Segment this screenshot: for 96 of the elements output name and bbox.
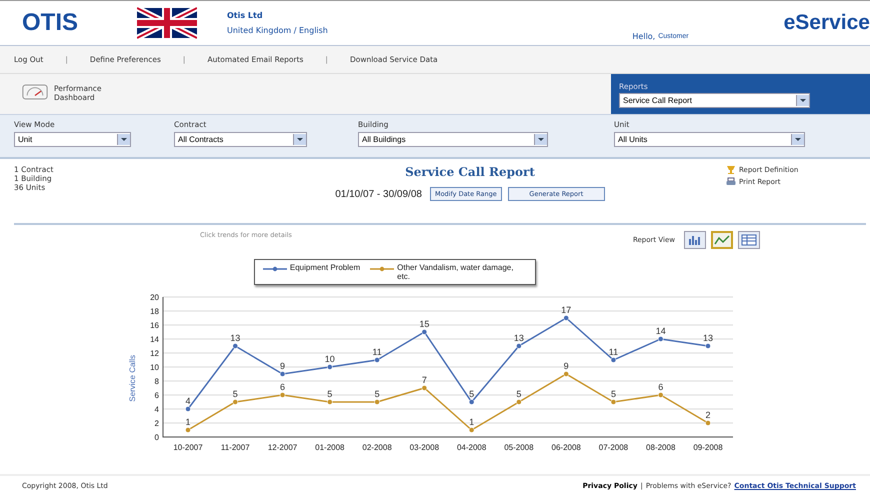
filter-dropdown[interactable]: All Units — [614, 132, 805, 147]
data-label: 7 — [422, 375, 427, 385]
y-tick-label: 4 — [154, 405, 159, 414]
y-tick-label: 6 — [154, 391, 159, 400]
greeting-text: Hello, — [632, 32, 656, 41]
data-label: 13 — [703, 333, 713, 343]
data-label: 1 — [186, 417, 190, 427]
company-name: Otis Ltd — [227, 11, 264, 20]
reports-dropdown[interactable]: Service Call Report — [619, 93, 810, 108]
y-tick-label: 20 — [150, 293, 159, 302]
y-tick-label: 14 — [150, 335, 159, 344]
data-label: 17 — [561, 305, 572, 315]
data-point[interactable] — [610, 399, 616, 405]
bar-chart-icon — [687, 234, 703, 246]
y-axis-title: Service Calls — [128, 354, 137, 402]
data-label: 11 — [372, 347, 382, 357]
date-range: 01/10/07 - 30/09/08 — [335, 188, 422, 200]
x-tick-label: 07-2008 — [598, 443, 628, 452]
data-point[interactable] — [658, 336, 664, 342]
data-point[interactable] — [374, 357, 380, 363]
data-point[interactable] — [516, 343, 522, 349]
line-chart-view-button[interactable] — [711, 231, 733, 249]
data-point[interactable] — [280, 392, 286, 398]
legend-label: Other Vandalism, water damage, etc. — [397, 263, 514, 281]
data-label: 13 — [230, 333, 240, 343]
data-label: 2 — [706, 410, 710, 420]
y-tick-label: 18 — [150, 307, 159, 316]
x-tick-label: 03-2008 — [410, 443, 440, 452]
printer-icon — [726, 177, 736, 187]
data-point[interactable] — [327, 399, 333, 405]
table-view-button[interactable] — [738, 231, 760, 249]
data-point[interactable] — [422, 329, 428, 335]
x-tick-label: 04-2008 — [456, 443, 486, 452]
filter-dropdown[interactable]: Unit — [14, 132, 131, 147]
x-tick-label: 02-2008 — [362, 443, 392, 452]
data-point[interactable] — [422, 385, 428, 391]
data-label: 10 — [324, 354, 335, 364]
data-label: 13 — [514, 333, 524, 343]
data-point[interactable] — [563, 315, 569, 321]
data-point[interactable] — [327, 364, 333, 370]
y-tick-label: 10 — [150, 363, 159, 372]
data-label: 11 — [608, 347, 618, 357]
x-tick-label: 01-2008 — [315, 443, 344, 452]
x-tick-label: 12-2007 — [268, 443, 298, 452]
data-point[interactable] — [468, 427, 474, 433]
data-point[interactable] — [705, 420, 711, 426]
data-label: 1 — [469, 417, 474, 427]
x-tick-label: 09-2008 — [693, 443, 723, 452]
gauge-icon[interactable] — [22, 84, 48, 100]
legend-label: Equipment Problem — [290, 263, 360, 272]
data-label: 6 — [658, 382, 664, 392]
data-point[interactable] — [516, 399, 522, 405]
y-tick-label: 16 — [150, 321, 159, 330]
data-point[interactable] — [185, 427, 191, 433]
y-tick-label: 12 — [150, 349, 159, 358]
otis-logo: OTIS — [22, 9, 80, 37]
report-title: Service Call Report — [405, 165, 535, 179]
filter-dropdown[interactable]: All Buildings — [358, 132, 548, 147]
data-label: 5 — [610, 389, 616, 399]
data-label: 5 — [327, 389, 332, 399]
data-label: 15 — [419, 319, 430, 329]
x-tick-label: 08-2008 — [646, 443, 676, 452]
x-tick-label: 05-2008 — [504, 443, 534, 452]
data-point[interactable] — [185, 406, 191, 412]
bar-chart-view-button[interactable] — [684, 231, 706, 249]
data-label: 9 — [280, 361, 286, 371]
data-label: 5 — [516, 389, 522, 399]
y-tick-label: 8 — [154, 377, 159, 386]
data-label: 5 — [469, 389, 474, 399]
data-point[interactable] — [705, 343, 711, 349]
data-point[interactable] — [468, 399, 474, 405]
x-tick-label: 06-2008 — [552, 443, 581, 452]
data-label: 6 — [280, 382, 286, 392]
data-label: 5 — [374, 389, 380, 399]
x-tick-label: 11-2007 — [220, 443, 250, 452]
data-point[interactable] — [232, 399, 238, 405]
y-tick-label: 2 — [154, 419, 159, 428]
union-flag-icon — [137, 7, 197, 39]
y-tick-label: 0 — [154, 433, 159, 442]
data-point[interactable] — [280, 371, 286, 377]
filter-dropdown[interactable]: All Contracts — [174, 132, 307, 147]
data-label: 5 — [232, 389, 238, 399]
locale-link[interactable]: United Kingdom / English — [227, 26, 328, 35]
line-chart-icon — [714, 234, 730, 246]
data-label: 14 — [656, 326, 666, 336]
x-tick-label: 10-2007 — [173, 443, 203, 452]
data-label: 9 — [564, 361, 569, 371]
data-point[interactable] — [610, 357, 616, 363]
data-point[interactable] — [374, 399, 380, 405]
data-point[interactable] — [232, 343, 238, 349]
data-label: 4 — [186, 396, 190, 406]
table-icon — [741, 234, 757, 246]
eservice-logo: eService — [784, 11, 870, 35]
data-point[interactable] — [658, 392, 664, 398]
data-point[interactable] — [563, 371, 569, 377]
trophy-icon — [726, 165, 736, 175]
